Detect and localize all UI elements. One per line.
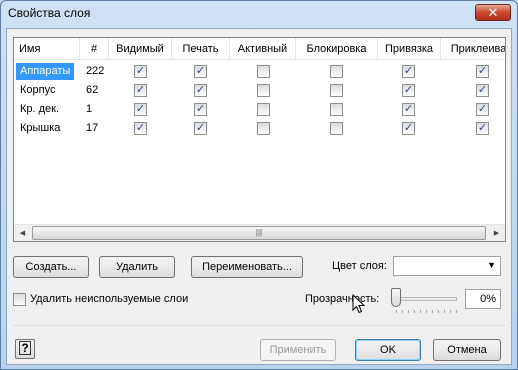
property-checkbox[interactable]: ✓ — [134, 122, 147, 135]
column-header-print[interactable]: Печать — [172, 38, 230, 60]
scroll-grip: ||| — [255, 228, 263, 237]
property-checkbox[interactable]: ✓ — [476, 65, 489, 78]
scroll-left-icon[interactable]: ◀ — [14, 225, 31, 241]
transparency-slider-thumb[interactable] — [391, 288, 401, 307]
ok-button[interactable]: OK — [355, 339, 421, 361]
cancel-button[interactable]: Отмена — [433, 339, 501, 361]
property-checkbox[interactable] — [330, 65, 343, 78]
table-row[interactable]: Кр. дек. 1 ✓ ✓ ✓ ✓ — [14, 100, 505, 119]
column-header-lock[interactable]: Блокировка — [296, 38, 378, 60]
horizontal-scrollbar[interactable]: ◀ ||| ▶ — [14, 224, 505, 241]
cancel-button-label: Отмена — [447, 344, 487, 356]
rename-button[interactable]: Переименовать... — [191, 256, 303, 278]
property-checkbox[interactable]: ✓ — [476, 84, 489, 97]
remove-unused-checkbox[interactable] — [13, 293, 26, 306]
property-checkbox[interactable]: ✓ — [134, 65, 147, 78]
apply-button-label: Применить — [269, 344, 327, 356]
layer-name-cell[interactable]: Корпус — [16, 81, 80, 100]
layer-count-cell: 62 — [86, 84, 99, 96]
table-row[interactable]: Аппараты 222 ✓ ✓ ✓ ✓ — [14, 62, 505, 81]
dialog-title: Свойства слоя — [8, 6, 91, 20]
property-checkbox[interactable]: ✓ — [402, 103, 415, 116]
layer-name-cell[interactable]: Крышка — [16, 119, 80, 138]
property-checkbox[interactable]: ✓ — [194, 122, 207, 135]
help-icon: ? — [19, 341, 31, 355]
column-header-glue[interactable]: Приклеива — [441, 38, 505, 60]
layer-count-cell: 222 — [86, 65, 105, 77]
property-checkbox[interactable]: ✓ — [402, 65, 415, 78]
remove-unused-label[interactable]: Удалить неиспользуемые слои — [30, 293, 188, 305]
column-header-name[interactable]: Имя — [14, 38, 80, 60]
layer-count-cell: 17 — [86, 122, 99, 134]
column-header-visible[interactable]: Видимый — [109, 38, 172, 60]
layer-name-cell[interactable]: Аппараты — [16, 63, 74, 80]
layer-count-cell: 1 — [86, 103, 93, 115]
chevron-down-icon: ▼ — [487, 260, 496, 270]
list-header: Имя # Видимый Печать Активный Блокировка… — [14, 38, 505, 60]
layer-list[interactable]: Имя # Видимый Печать Активный Блокировка… — [13, 37, 506, 242]
property-checkbox[interactable]: ✓ — [402, 122, 415, 135]
help-button[interactable]: ? — [15, 339, 35, 359]
property-checkbox[interactable]: ✓ — [194, 65, 207, 78]
property-checkbox[interactable] — [257, 65, 270, 78]
rename-button-label: Переименовать... — [202, 261, 292, 273]
apply-button[interactable]: Применить — [260, 339, 336, 361]
property-checkbox[interactable] — [330, 103, 343, 116]
layer-color-label: Цвет слоя: — [332, 260, 387, 272]
property-checkbox[interactable]: ✓ — [194, 84, 207, 97]
property-checkbox[interactable] — [330, 122, 343, 135]
close-button[interactable]: ✕ — [475, 4, 511, 21]
column-header-snap[interactable]: Привязка — [378, 38, 441, 60]
layer-name-cell[interactable]: Кр. дек. — [16, 100, 80, 119]
layer-properties-dialog: Свойства слоя ✕ Имя # Видимый Печать Акт… — [0, 0, 518, 370]
layer-color-select[interactable]: ▼ — [393, 256, 501, 276]
delete-button[interactable]: Удалить — [99, 256, 175, 278]
create-button[interactable]: Создать... — [13, 256, 89, 278]
scroll-thumb[interactable]: ||| — [32, 226, 486, 240]
column-header-active[interactable]: Активный — [230, 38, 296, 60]
dialog-body: Имя # Видимый Печать Активный Блокировка… — [6, 28, 512, 365]
property-checkbox[interactable]: ✓ — [476, 122, 489, 135]
property-checkbox[interactable]: ✓ — [402, 84, 415, 97]
property-checkbox[interactable]: ✓ — [476, 103, 489, 116]
title-bar: Свойства слоя ✕ — [1, 1, 517, 27]
property-checkbox[interactable]: ✓ — [134, 84, 147, 97]
mouse-cursor-icon — [352, 294, 366, 314]
property-checkbox[interactable]: ✓ — [194, 103, 207, 116]
separator — [13, 325, 506, 326]
table-row[interactable]: Крышка 17 ✓ ✓ ✓ ✓ — [14, 119, 505, 138]
ok-button-label: OK — [380, 344, 396, 356]
property-checkbox[interactable]: ✓ — [134, 103, 147, 116]
property-checkbox[interactable] — [257, 103, 270, 116]
table-row[interactable]: Корпус 62 ✓ ✓ ✓ ✓ — [14, 81, 505, 100]
property-checkbox[interactable] — [257, 122, 270, 135]
column-header-count[interactable]: # — [80, 38, 109, 60]
property-checkbox[interactable] — [330, 84, 343, 97]
property-checkbox[interactable] — [257, 84, 270, 97]
create-button-label: Создать... — [25, 261, 77, 273]
scroll-right-icon[interactable]: ▶ — [488, 225, 505, 241]
transparency-value-field[interactable]: 0% — [465, 289, 501, 309]
slider-ticks — [396, 310, 458, 313]
transparency-label: Прозрачность: — [305, 293, 380, 305]
close-icon: ✕ — [487, 5, 499, 20]
delete-button-label: Удалить — [116, 261, 158, 273]
